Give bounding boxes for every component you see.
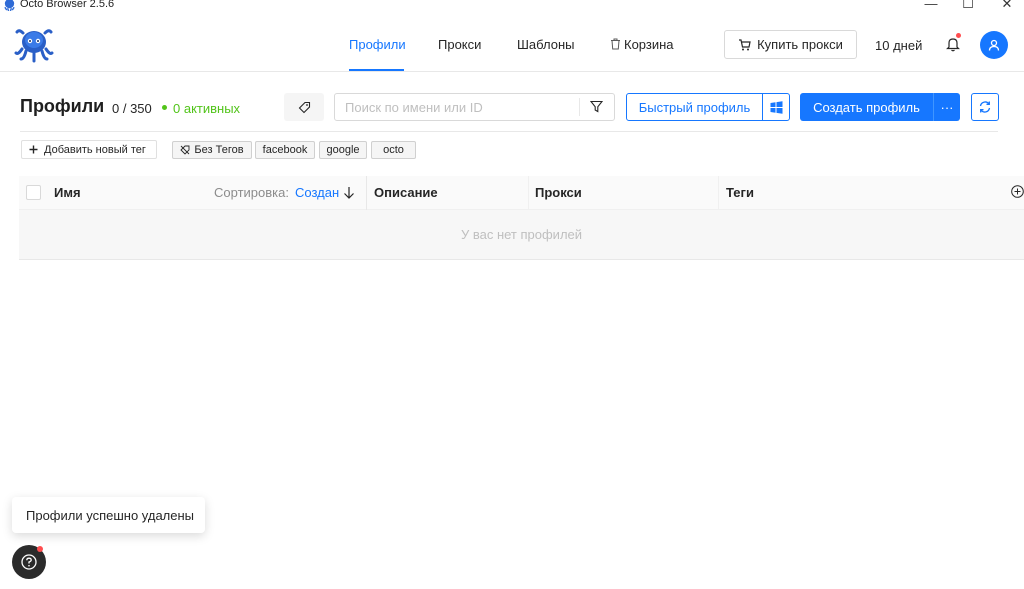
add-tag-button[interactable]: Добавить новый тег	[21, 140, 157, 159]
column-description[interactable]: Описание	[374, 185, 438, 200]
buy-proxy-button[interactable]: Купить прокси	[724, 30, 857, 59]
close-window-button[interactable]: ✕	[997, 0, 1017, 12]
filter-icon[interactable]	[590, 100, 603, 113]
column-separator	[366, 176, 367, 210]
minimize-button[interactable]: —	[921, 0, 941, 12]
header-divider	[20, 131, 998, 132]
active-tab-indicator	[349, 69, 404, 71]
refresh-button[interactable]	[971, 93, 999, 121]
add-column-icon[interactable]	[1011, 185, 1024, 198]
profile-count: 0 / 350	[112, 101, 152, 116]
table-header: Имя Сортировка: Создан Описание Прокси Т…	[19, 176, 1024, 210]
more-options-button[interactable]: ···	[933, 93, 960, 121]
column-tags[interactable]: Теги	[726, 185, 754, 200]
tag-chip-label: Без Тегов	[194, 144, 244, 156]
user-avatar[interactable]	[980, 31, 1008, 59]
tag-icon	[298, 101, 310, 113]
untagged-icon	[180, 145, 190, 155]
octo-logo[interactable]	[14, 27, 54, 63]
search-box	[334, 93, 615, 121]
success-toast: Профили успешно удалены	[12, 497, 205, 533]
create-profile-button[interactable]: Создать профиль	[800, 93, 933, 121]
octo-app-icon	[4, 0, 15, 11]
add-tag-label: Добавить новый тег	[44, 143, 146, 156]
select-all-checkbox[interactable]	[26, 185, 41, 200]
cart-icon	[739, 38, 751, 50]
tag-chip-google[interactable]: google	[319, 141, 367, 159]
active-status-dot	[162, 105, 167, 110]
top-navigation: Профили Прокси Шаблоны Корзина Купить пр…	[0, 12, 1024, 72]
tag-filter-button[interactable]	[284, 93, 324, 121]
help-notification-dot	[37, 546, 43, 552]
windows-icon	[770, 100, 782, 114]
tag-chip-no-tags[interactable]: Без Тегов	[172, 141, 252, 159]
column-proxy[interactable]: Прокси	[535, 185, 582, 200]
column-name[interactable]: Имя	[54, 185, 81, 200]
tab-templates[interactable]: Шаблоны	[517, 37, 575, 52]
tab-profiles[interactable]: Профили	[349, 37, 406, 52]
subscription-days[interactable]: 10 дней	[875, 38, 922, 53]
tab-proxies[interactable]: Прокси	[438, 37, 481, 52]
empty-state-text: У вас нет профилей	[460, 227, 583, 242]
bell-icon[interactable]	[946, 36, 960, 52]
column-separator	[528, 176, 529, 210]
notification-badge	[956, 33, 961, 38]
os-select-button[interactable]	[762, 93, 790, 121]
window-title: Octo Browser 2.5.6	[20, 0, 115, 10]
tag-chip-facebook[interactable]: facebook	[255, 141, 315, 159]
plus-icon	[29, 145, 38, 154]
sort-field-select[interactable]: Создан	[295, 185, 339, 200]
column-separator	[718, 176, 719, 210]
sort-label: Сортировка:	[214, 185, 289, 200]
tag-chip-octo[interactable]: octo	[371, 141, 416, 159]
title-bar: Octo Browser 2.5.6 — ☐ ✕	[0, 0, 1024, 12]
question-icon	[21, 554, 37, 570]
sort-direction-icon[interactable]	[343, 186, 355, 199]
buy-proxy-label: Купить прокси	[757, 37, 843, 52]
user-icon	[988, 39, 1000, 51]
search-divider	[579, 98, 580, 116]
page-title: Профили	[20, 96, 105, 116]
quick-profile-button[interactable]: Быстрый профиль	[626, 93, 763, 121]
refresh-icon	[979, 101, 991, 113]
maximize-button[interactable]: ☐	[958, 0, 978, 12]
trash-icon	[611, 38, 620, 50]
empty-table-row: У вас нет профилей	[19, 210, 1024, 260]
search-input[interactable]	[335, 94, 578, 120]
tab-trash-label: Корзина	[624, 37, 674, 52]
active-profiles-count: 0 активных	[173, 101, 241, 116]
tab-trash[interactable]: Корзина	[610, 37, 674, 52]
toast-message: Профили успешно удалены	[26, 507, 195, 523]
